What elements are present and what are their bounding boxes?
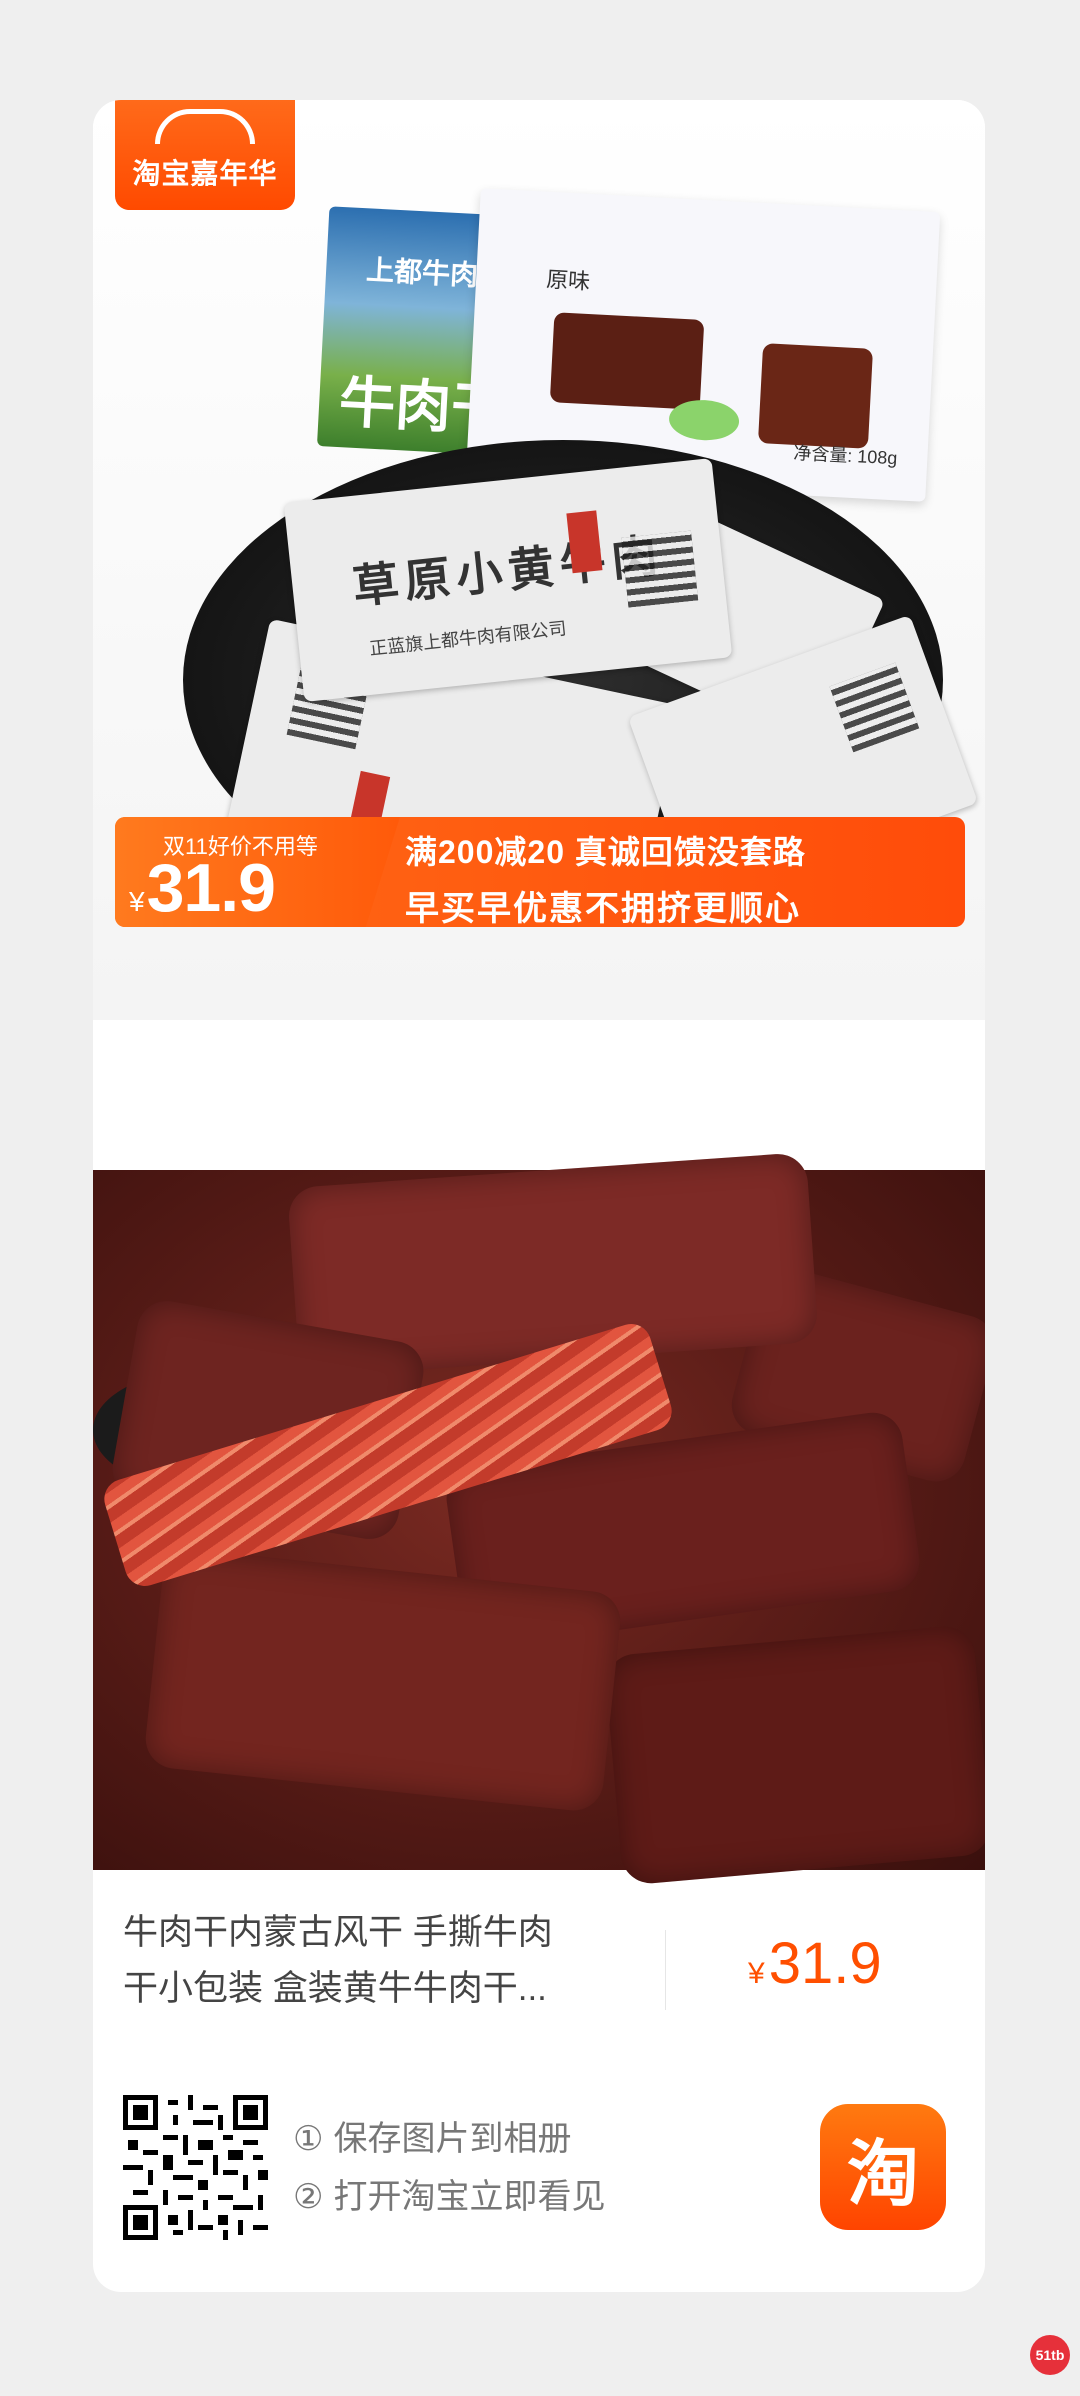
- share-card: 上都牛肉 牛肉干 原味 净含量: 108g 草原小黄牛肉 正蓝旗上都牛肉有限公司: [93, 100, 985, 2292]
- qr-code[interactable]: [123, 2095, 268, 2240]
- packet-company-text: 正蓝旗上都牛肉有限公司: [368, 618, 568, 659]
- step-1: ① 保存图片到相册: [293, 2110, 605, 2168]
- divider: [665, 1930, 666, 2010]
- taobao-logo-icon[interactable]: 淘: [820, 2104, 946, 2230]
- step-2-number: ②: [293, 2178, 324, 2216]
- product-main-image[interactable]: 上都牛肉 牛肉干 原味 净含量: 108g 草原小黄牛肉 正蓝旗上都牛肉有限公司: [93, 100, 985, 1020]
- leaf-decoration: [668, 398, 741, 442]
- step-1-text: 保存图片到相册: [333, 2120, 572, 2158]
- badge-label: 淘宝嘉年华: [132, 158, 278, 189]
- red-stamp-icon: [566, 510, 603, 574]
- jerky-image: [549, 312, 705, 410]
- qr-pattern-icon: [829, 662, 920, 753]
- product-title-line-2: 干小包装 盒装黄牛牛肉干...: [123, 1969, 547, 2008]
- product-title-line-1: 牛肉干内蒙古风干 手撕牛肉: [123, 1913, 553, 1952]
- product-title[interactable]: 牛肉干内蒙古风干 手撕牛肉 干小包装 盒装黄牛牛肉干...: [123, 1905, 663, 2017]
- step-1-number: ①: [293, 2120, 324, 2158]
- taobao-carnival-badge: 淘宝嘉年华: [115, 100, 295, 210]
- product-price: ¥ 31.9: [748, 1930, 882, 1997]
- promo-price-value: 31.9: [146, 850, 276, 926]
- jerky-piece: [142, 1546, 624, 1814]
- watermark-logo: 51tb: [1030, 2335, 1070, 2375]
- step-2: ② 打开淘宝立即看见: [293, 2168, 605, 2226]
- promo-line-2: 早买早优惠不拥挤更顺心: [405, 890, 801, 927]
- packet-title-text: 草原小黄牛肉: [350, 528, 666, 614]
- currency-symbol: ¥: [129, 886, 145, 917]
- taobao-logo-char: 淘: [846, 2134, 919, 2215]
- promo-banner: 双11好价不用等 ¥ 31.9 满200减20 真诚回馈没套路 早买早优惠不拥挤…: [115, 817, 965, 927]
- promo-text-block: 满200减20 真诚回馈没套路 早买早优惠不拥挤更顺心: [405, 827, 806, 927]
- box-brand-text: 上都牛肉: [365, 254, 479, 292]
- jerky-piece: [603, 1624, 985, 1886]
- watermark-text: 51tb: [1035, 2347, 1065, 2363]
- instructions: ① 保存图片到相册 ② 打开淘宝立即看见: [293, 2110, 605, 2226]
- product-detail-image[interactable]: [93, 1152, 985, 1886]
- promo-price: ¥ 31.9: [129, 849, 276, 927]
- box-weight-text: 净含量: 108g: [792, 442, 898, 469]
- box-flavor-text: 原味: [545, 266, 591, 294]
- promo-line-1: 满200减20 真诚回馈没套路: [405, 834, 806, 870]
- tent-icon: [155, 109, 255, 144]
- step-2-text: 打开淘宝立即看见: [333, 2178, 606, 2216]
- qr-pattern-icon: [621, 530, 699, 608]
- currency-symbol: ¥: [748, 1957, 765, 1990]
- jerky-image: [757, 343, 874, 449]
- price-value: 31.9: [768, 1931, 882, 1996]
